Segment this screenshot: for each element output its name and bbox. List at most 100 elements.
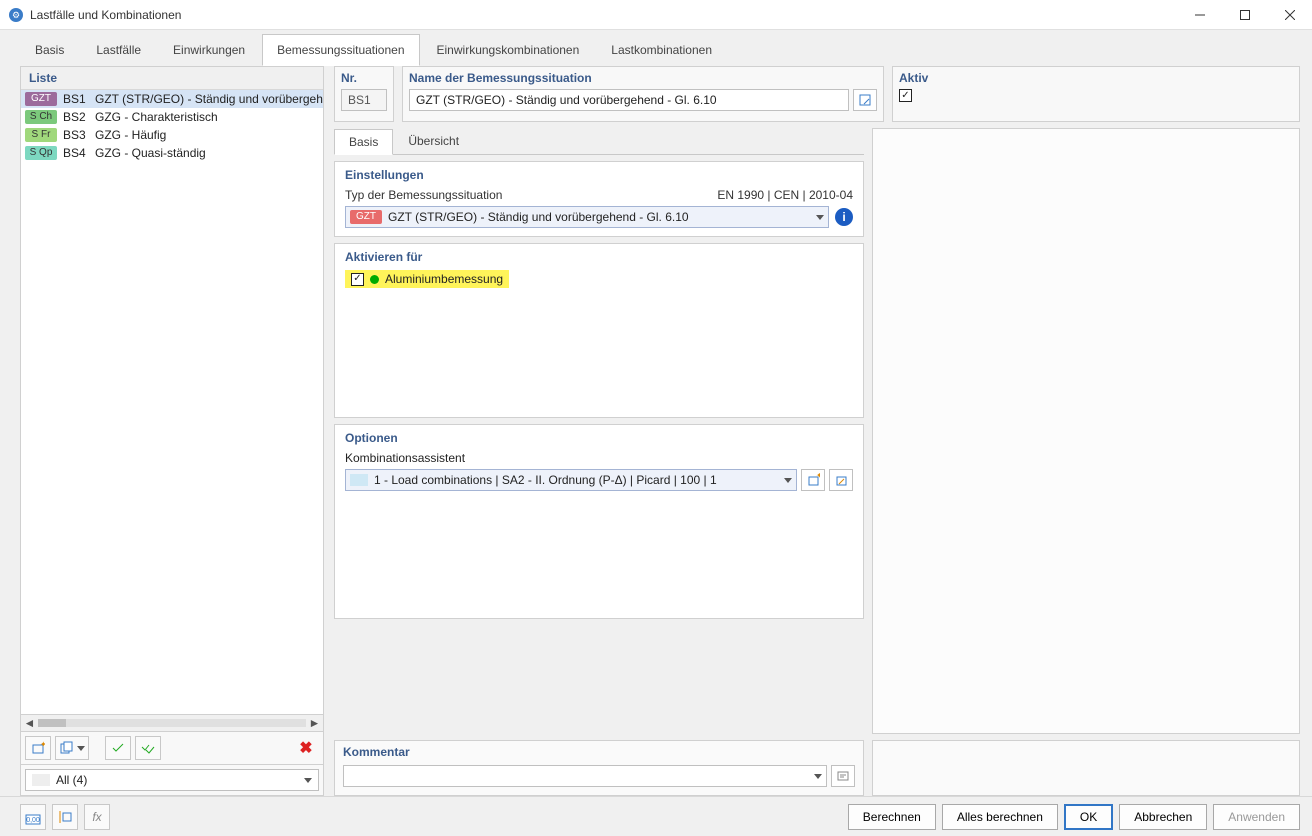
list-bs: BS4 <box>63 146 89 160</box>
name-label: Name der Bemessungssituation <box>409 71 877 85</box>
check-button[interactable] <box>105 736 131 760</box>
tag-badge: S Ch <box>25 110 57 124</box>
name-field[interactable]: GZT (STR/GEO) - Ständig und vorübergehen… <box>409 89 849 111</box>
svg-text:⚙: ⚙ <box>12 10 20 20</box>
alles-berechnen-button[interactable]: Alles berechnen <box>942 804 1058 830</box>
list-item[interactable]: GZT BS1 GZT (STR/GEO) - Ständig und vorü… <box>21 90 323 108</box>
list-text: GZG - Häufig <box>95 128 166 142</box>
new-item-button[interactable]: ✦ <box>25 736 51 760</box>
optionen-block: Optionen Kombinationsassistent 1 - Load … <box>334 424 864 619</box>
list-item[interactable]: S Ch BS2 GZG - Charakteristisch <box>21 108 323 126</box>
sub-tab-basis[interactable]: Basis <box>334 129 393 155</box>
list-item[interactable]: S Fr BS3 GZG - Häufig <box>21 126 323 144</box>
scroll-right-icon[interactable]: ► <box>306 715 323 732</box>
sub-tabs: Basis Übersicht <box>334 128 864 155</box>
anwenden-button[interactable]: Anwenden <box>1213 804 1300 830</box>
svg-text:✦: ✦ <box>40 741 45 749</box>
color-swatch-icon <box>350 474 368 486</box>
filter-text: All (4) <box>56 773 87 787</box>
standard-label: EN 1990 | CEN | 2010-04 <box>717 188 853 202</box>
list-bs: BS1 <box>63 92 89 106</box>
chevron-down-icon <box>816 215 824 220</box>
einstellungen-block: Einstellungen Typ der Bemessungssituatio… <box>334 161 864 237</box>
minimize-button[interactable] <box>1177 0 1222 30</box>
aktiv-box: Aktiv ✓ <box>892 66 1300 122</box>
aluminium-checkbox[interactable]: ✓ <box>351 273 364 286</box>
kommentar-block: Kommentar <box>334 740 864 796</box>
svg-text:0,00: 0,00 <box>26 817 40 824</box>
berechnen-button[interactable]: Berechnen <box>848 804 936 830</box>
ok-button[interactable]: OK <box>1064 804 1113 830</box>
phi-icon[interactable] <box>52 804 78 830</box>
liste-filter: All (4) <box>21 764 323 795</box>
chevron-down-icon <box>814 774 822 779</box>
delete-button[interactable]: ✖ <box>293 736 319 760</box>
list-text: GZG - Charakteristisch <box>95 110 218 124</box>
aluminium-label: Aluminiumbemessung <box>385 272 503 286</box>
kommentar-title: Kommentar <box>343 745 855 759</box>
window-title: Lastfälle und Kombinationen <box>30 8 1177 22</box>
list-bs: BS3 <box>63 128 89 142</box>
aktivieren-title: Aktivieren für <box>345 250 853 264</box>
empty-box <box>872 740 1300 796</box>
app-icon: ⚙ <box>8 7 24 23</box>
liste-header: Liste <box>21 67 323 90</box>
fx-icon[interactable]: fx <box>84 804 110 830</box>
sub-tab-uebersicht[interactable]: Übersicht <box>393 128 474 154</box>
maximize-button[interactable] <box>1222 0 1267 30</box>
nr-field[interactable]: BS1 <box>341 89 387 111</box>
kommentar-dropdown[interactable] <box>343 765 827 787</box>
scroll-left-icon[interactable]: ◄ <box>21 715 38 732</box>
nr-box: Nr. BS1 <box>334 66 394 122</box>
typ-label: Typ der Bemessungssituation <box>345 188 711 202</box>
tab-einwirkungskombinationen[interactable]: Einwirkungskombinationen <box>422 34 595 66</box>
typ-dropdown[interactable]: GZT GZT (STR/GEO) - Ständig und vorüberg… <box>345 206 829 228</box>
check-all-button[interactable] <box>135 736 161 760</box>
liste-toolbar: ✦ ✖ <box>21 731 323 764</box>
tag-badge: GZT <box>25 92 57 106</box>
units-icon[interactable]: 0,00 <box>20 804 46 830</box>
name-box: Name der Bemessungssituation GZT (STR/GE… <box>402 66 884 122</box>
new-assist-button[interactable]: ✦ <box>801 469 825 491</box>
aktiv-checkbox[interactable]: ✓ <box>899 89 912 102</box>
filter-dropdown[interactable]: All (4) <box>25 769 319 791</box>
detail-panel: Nr. BS1 Name der Bemessungssituation GZT… <box>334 66 1300 796</box>
nr-label: Nr. <box>341 71 387 85</box>
aktivieren-item[interactable]: ✓ Aluminiumbemessung <box>345 270 509 288</box>
tag-badge: S Fr <box>25 128 57 142</box>
tab-lastkombinationen[interactable]: Lastkombinationen <box>596 34 727 66</box>
footer: 0,00 fx Berechnen Alles berechnen OK Abb… <box>0 796 1312 836</box>
chevron-down-icon <box>304 778 312 783</box>
liste-body[interactable]: GZT BS1 GZT (STR/GEO) - Ständig und vorü… <box>21 90 323 714</box>
list-text: GZG - Quasi-ständig <box>95 146 206 160</box>
abbrechen-button[interactable]: Abbrechen <box>1119 804 1207 830</box>
list-item[interactable]: S Qp BS4 GZG - Quasi-ständig <box>21 144 323 162</box>
typ-dropdown-text: GZT (STR/GEO) - Ständig und vorübergehen… <box>388 210 810 224</box>
copy-item-button[interactable] <box>55 736 89 760</box>
close-button[interactable] <box>1267 0 1312 30</box>
preview-area <box>872 128 1300 734</box>
kombassist-text: 1 - Load combinations | SA2 - II. Ordnun… <box>374 473 778 487</box>
edit-assist-button[interactable] <box>829 469 853 491</box>
main-tabs: Basis Lastfälle Einwirkungen Bemessungss… <box>0 30 1312 66</box>
chevron-down-icon <box>784 478 792 483</box>
tab-basis[interactable]: Basis <box>20 34 79 66</box>
tab-bemessungssituationen[interactable]: Bemessungssituationen <box>262 34 419 66</box>
einstellungen-title: Einstellungen <box>345 168 853 182</box>
info-icon[interactable]: i <box>835 208 853 226</box>
kommentar-button[interactable] <box>831 765 855 787</box>
tab-lastfaelle[interactable]: Lastfälle <box>81 34 156 66</box>
tag-badge: S Qp <box>25 146 57 160</box>
aktivieren-block: Aktivieren für ✓ Aluminiumbemessung <box>334 243 864 418</box>
list-bs: BS2 <box>63 110 89 124</box>
kombassist-dropdown[interactable]: 1 - Load combinations | SA2 - II. Ordnun… <box>345 469 797 491</box>
tag-badge: GZT <box>350 210 382 224</box>
edit-name-button[interactable] <box>853 89 877 111</box>
svg-text:✦: ✦ <box>816 473 820 480</box>
aktiv-label: Aktiv <box>899 71 1293 85</box>
horizontal-scrollbar[interactable]: ◄ ► <box>21 714 323 731</box>
titlebar: ⚙ Lastfälle und Kombinationen <box>0 0 1312 30</box>
status-dot-icon <box>370 275 379 284</box>
liste-panel: Liste GZT BS1 GZT (STR/GEO) - Ständig un… <box>20 66 324 796</box>
tab-einwirkungen[interactable]: Einwirkungen <box>158 34 260 66</box>
